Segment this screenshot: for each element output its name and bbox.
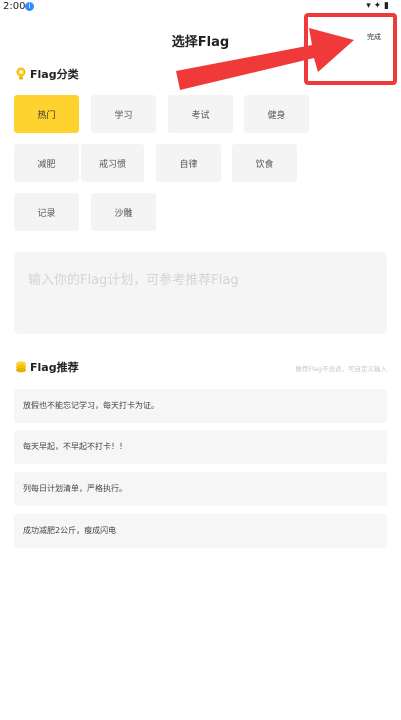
chip-quit-habit[interactable]: 戒习惯 xyxy=(81,144,144,182)
chip-self-discipline[interactable]: 自律 xyxy=(156,144,221,182)
flag-input-box xyxy=(14,252,387,334)
chip-fitness[interactable]: 健身 xyxy=(244,95,309,133)
flag-input[interactable] xyxy=(14,252,387,334)
lightbulb-icon xyxy=(16,67,26,80)
flag-recommend-title: Flag推荐 xyxy=(30,361,79,374)
chip-diet[interactable]: 饮食 xyxy=(232,144,297,182)
recommend-item[interactable]: 放假也不能忘记学习，每天打卡为证。 xyxy=(14,389,387,423)
flag-recommend-header: Flag推荐 xyxy=(15,359,79,375)
status-time: 2:00 xyxy=(3,1,26,12)
status-bar: 2:00 i ▾ ✦ ▮ xyxy=(0,0,401,14)
chip-record[interactable]: 记录 xyxy=(14,193,79,231)
page-title: 选择Flag xyxy=(171,35,230,50)
chip-study[interactable]: 学习 xyxy=(91,95,156,133)
status-icons: ▾ ✦ ▮ xyxy=(366,1,389,11)
recommend-item[interactable]: 成功减肥2公斤，瘦成闪电 xyxy=(14,514,387,548)
chip-hot[interactable]: 热门 xyxy=(14,95,79,133)
recommend-item[interactable]: 列每日计划清单，严格执行。 xyxy=(14,472,387,506)
recommend-item[interactable]: 每天早起，不早起不打卡！！ xyxy=(14,430,387,464)
flag-recommend-hint: 推荐Flag不合适，可自定义输入 xyxy=(295,365,387,373)
done-button[interactable]: 完成 xyxy=(367,33,381,42)
stack-icon xyxy=(16,361,26,373)
notification-icon: i xyxy=(25,2,34,11)
chip-funny[interactable]: 沙雕 xyxy=(91,193,156,231)
flag-category-header: Flag分类 xyxy=(15,66,79,82)
chip-lose-weight[interactable]: 减肥 xyxy=(14,144,79,182)
chip-exam[interactable]: 考试 xyxy=(168,95,233,133)
flag-category-title: Flag分类 xyxy=(30,68,79,81)
